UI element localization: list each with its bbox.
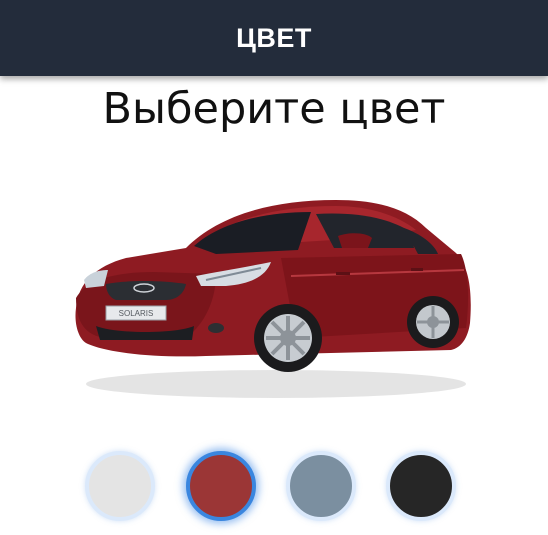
color-swatch-grey-blue[interactable]: [286, 451, 356, 521]
color-swatch-red[interactable]: [186, 451, 256, 521]
header-bar: ЦВЕТ: [0, 0, 548, 76]
color-swatch-white[interactable]: [85, 451, 155, 521]
page-title: Выберите цвет: [102, 84, 446, 134]
car-image: SOLARIS: [75, 200, 471, 398]
color-swatches: [0, 447, 548, 529]
color-swatch-black[interactable]: [386, 451, 456, 521]
header-title: ЦВЕТ: [236, 22, 312, 53]
license-plate-text: SOLARIS: [119, 309, 154, 318]
